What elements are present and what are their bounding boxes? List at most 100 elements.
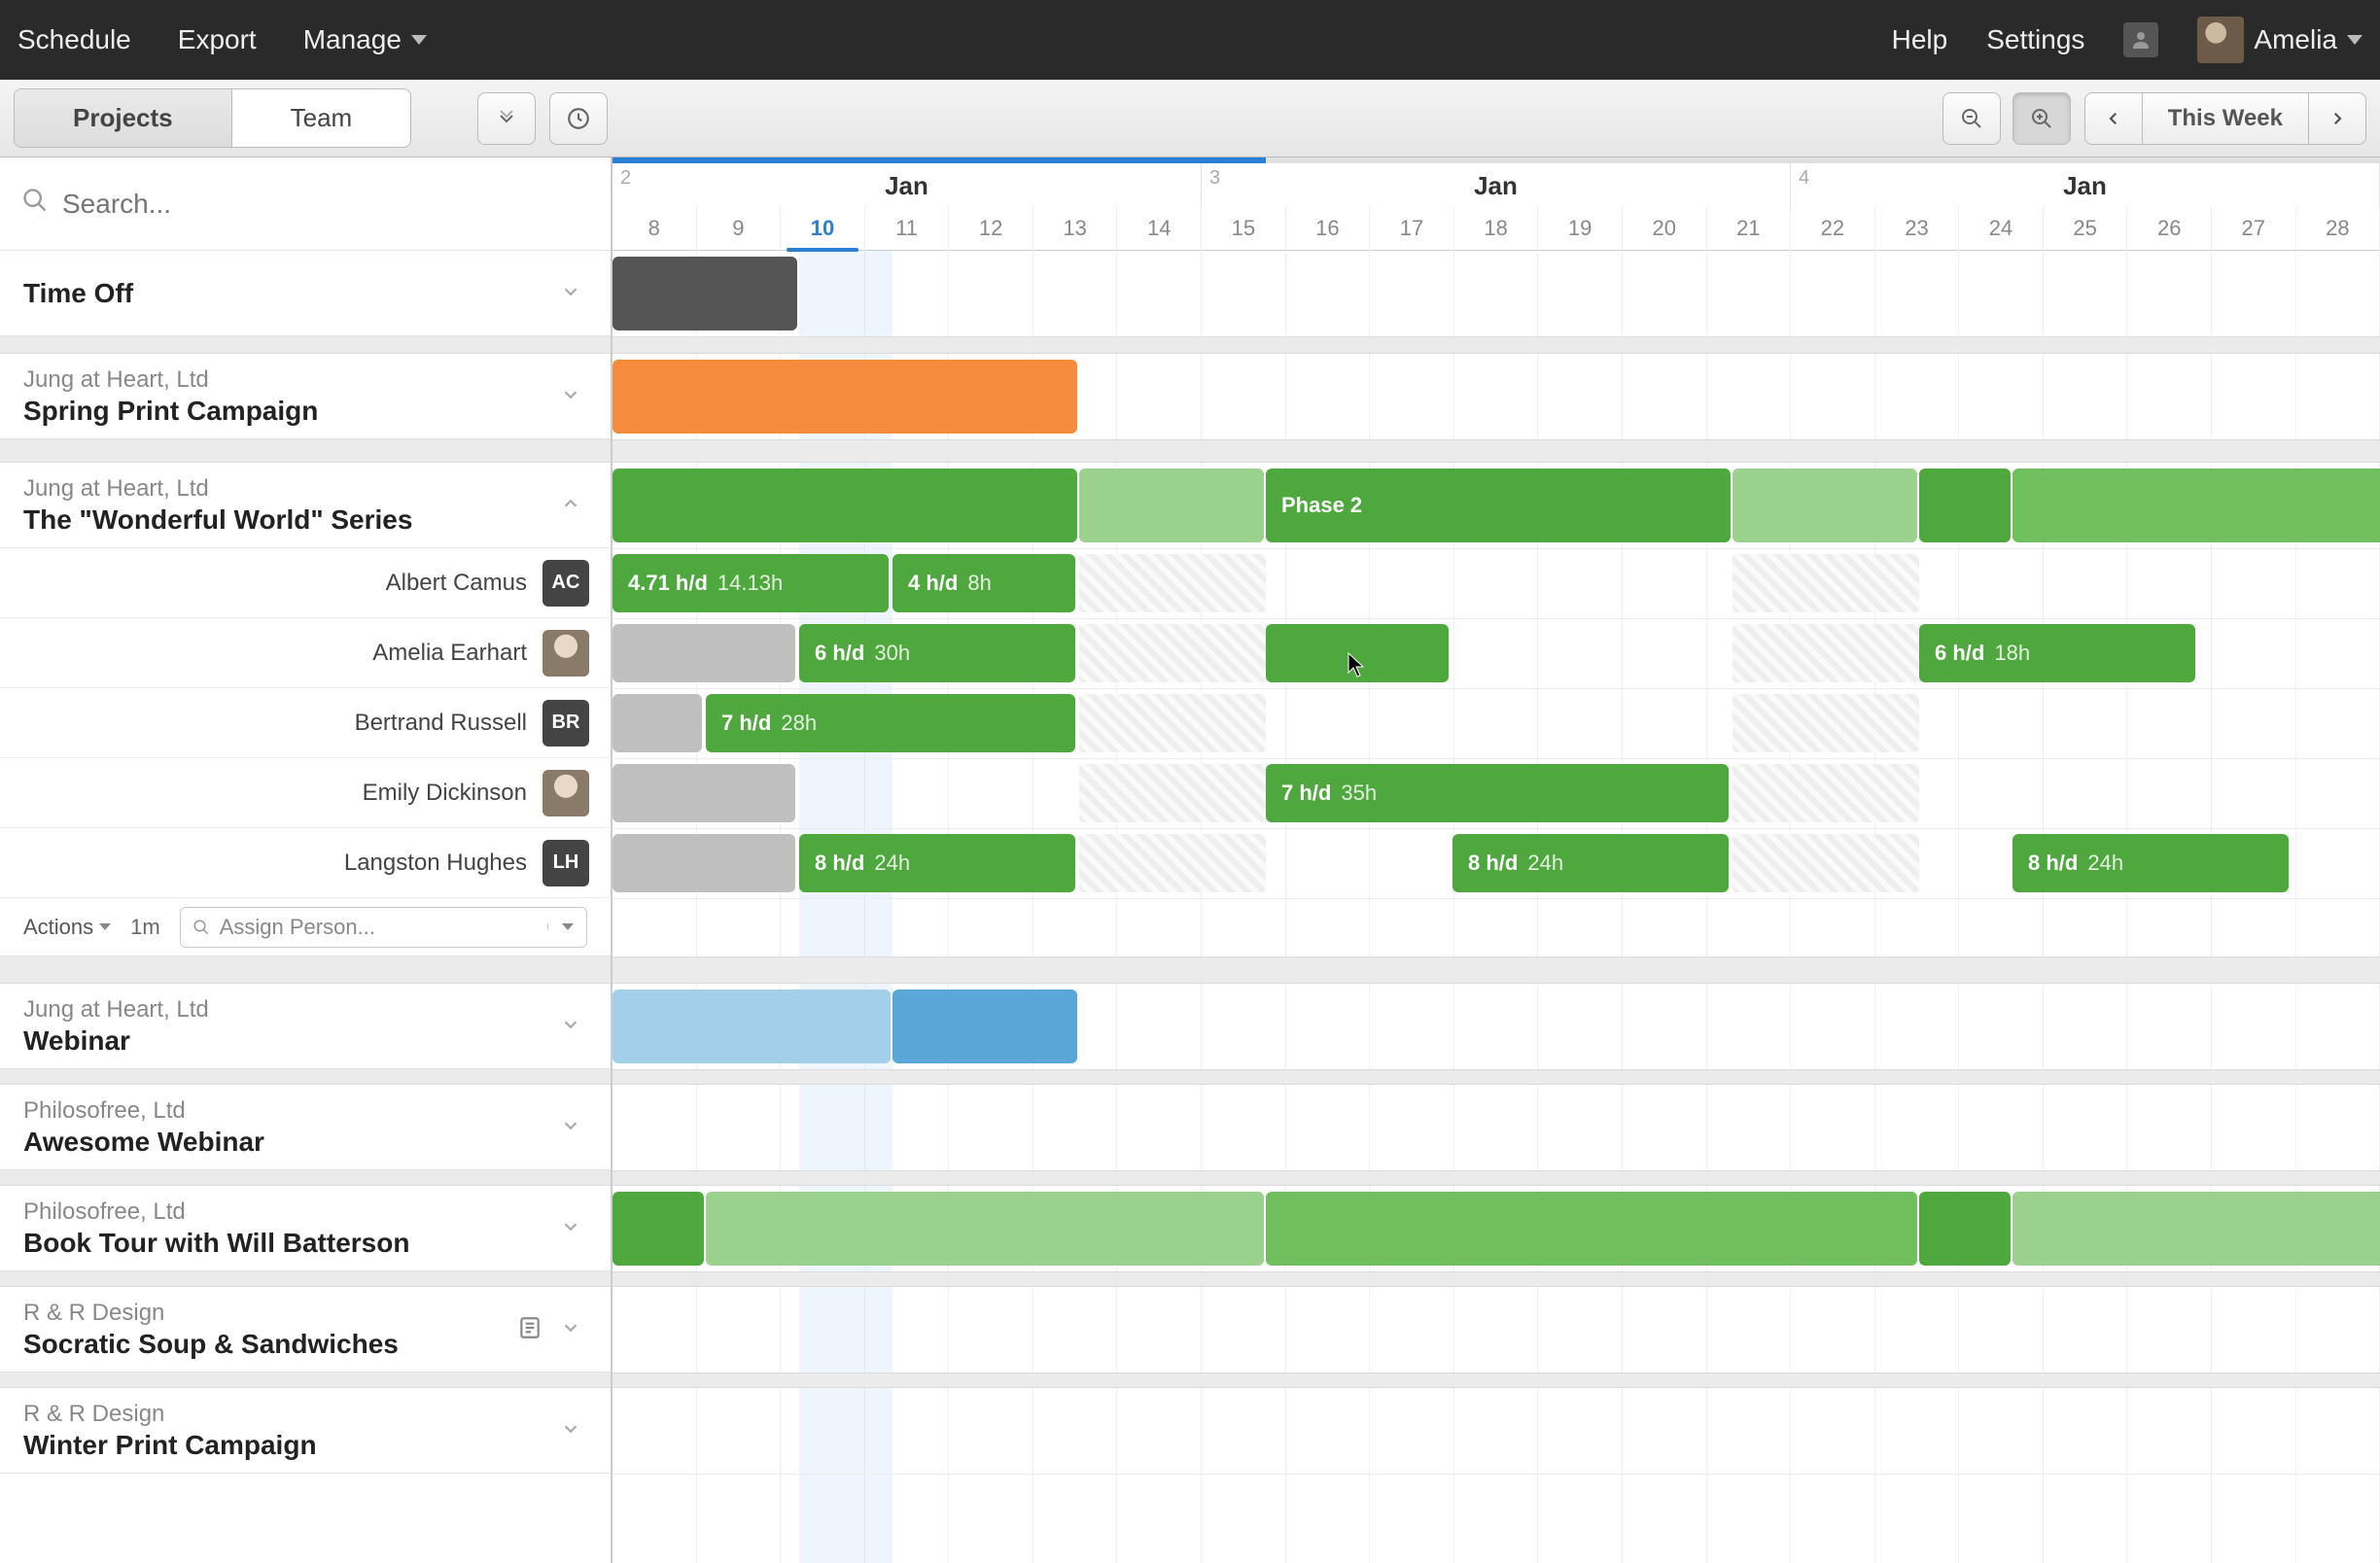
- timeline-day[interactable]: 8: [612, 206, 697, 251]
- allocation-bar[interactable]: [612, 764, 795, 822]
- schedule-bar[interactable]: [2012, 1192, 2380, 1266]
- schedule-bar[interactable]: [612, 1192, 704, 1266]
- allocation-bar[interactable]: 8 h/d24h: [2012, 834, 2289, 892]
- expand-toggle[interactable]: [552, 376, 589, 416]
- tab-team[interactable]: Team: [231, 89, 411, 147]
- nav-help[interactable]: Help: [1892, 24, 1948, 55]
- allocation-bar[interactable]: 6 h/d18h: [1919, 624, 2195, 682]
- search-input[interactable]: [62, 189, 589, 220]
- allocation-bar[interactable]: [612, 834, 795, 892]
- schedule-bar[interactable]: [1919, 469, 2011, 542]
- nav-schedule[interactable]: Schedule: [18, 24, 131, 55]
- timeline-day[interactable]: 16: [1286, 206, 1371, 251]
- allocation-bar[interactable]: 8 h/d24h: [1452, 834, 1729, 892]
- timeline-day[interactable]: 12: [949, 206, 1033, 251]
- person-row[interactable]: Albert CamusAC: [0, 548, 611, 618]
- nav-export[interactable]: Export: [178, 24, 257, 55]
- zoom-in-button[interactable]: [2012, 92, 2071, 145]
- allocation-bar[interactable]: 7 h/d28h: [706, 694, 1075, 752]
- allocation-bar[interactable]: 6 h/d30h: [799, 624, 1075, 682]
- project-row[interactable]: Jung at Heart, LtdSpring Print Campaign: [0, 354, 611, 439]
- person-row[interactable]: Langston HughesLH: [0, 828, 611, 898]
- allocation-bar[interactable]: [612, 624, 795, 682]
- timeline-day[interactable]: 15: [1202, 206, 1286, 251]
- this-week-button[interactable]: This Week: [2142, 93, 2308, 144]
- nav-manage[interactable]: Manage: [303, 24, 427, 55]
- person-row[interactable]: Amelia Earhart: [0, 618, 611, 688]
- timeline-lane[interactable]: 8 h/d24h 8 h/d24h 8 h/d24h: [612, 828, 2380, 898]
- timeline-lane[interactable]: [612, 984, 2380, 1069]
- timeline-day[interactable]: 19: [1538, 206, 1623, 251]
- project-row[interactable]: R & R DesignWinter Print Campaign: [0, 1388, 611, 1474]
- next-week-button[interactable]: [2308, 93, 2365, 144]
- project-row[interactable]: Jung at Heart, LtdWebinar: [0, 984, 611, 1069]
- timeline-lane[interactable]: [612, 1287, 2380, 1372]
- timeline-day[interactable]: 23: [1875, 206, 1960, 251]
- allocation-bar[interactable]: [612, 694, 702, 752]
- timeline-day[interactable]: 24: [1959, 206, 2044, 251]
- timeline-lane[interactable]: [612, 1186, 2380, 1271]
- time-mode-button[interactable]: [549, 92, 608, 145]
- timeline-day[interactable]: 22: [1791, 206, 1875, 251]
- timeline-day[interactable]: 27: [2212, 206, 2296, 251]
- timeline-day[interactable]: 20: [1623, 206, 1707, 251]
- schedule-bar[interactable]: [612, 990, 891, 1063]
- schedule-bar[interactable]: [1919, 1192, 2011, 1266]
- timeline-day[interactable]: 18: [1454, 206, 1539, 251]
- schedule-bar[interactable]: [1732, 469, 1917, 542]
- timeline-lane[interactable]: 6 h/d30h 6 h/d18h: [612, 618, 2380, 688]
- timeline-lane[interactable]: 7 h/d35h: [612, 758, 2380, 828]
- schedule-bar[interactable]: [612, 257, 797, 330]
- schedule-bar[interactable]: [2012, 469, 2380, 542]
- timeline-lane[interactable]: [612, 1388, 2380, 1474]
- nav-settings[interactable]: Settings: [1986, 24, 2084, 55]
- timeline-day[interactable]: 25: [2044, 206, 2128, 251]
- project-row[interactable]: Jung at Heart, LtdThe "Wonderful World" …: [0, 463, 611, 548]
- timeline-lane[interactable]: 4.71 h/d14.13h4 h/d8h: [612, 548, 2380, 618]
- note-icon[interactable]: [517, 1315, 542, 1343]
- timeline-day[interactable]: 9: [697, 206, 782, 251]
- expand-toggle[interactable]: [552, 1309, 589, 1349]
- timeline-day[interactable]: 26: [2127, 206, 2212, 251]
- project-row[interactable]: R & R DesignSocratic Soup & Sandwiches: [0, 1287, 611, 1372]
- expand-all-button[interactable]: [477, 92, 536, 145]
- expand-toggle[interactable]: [552, 485, 589, 525]
- schedule-bar[interactable]: [1079, 469, 1264, 542]
- expand-toggle[interactable]: [552, 1107, 589, 1147]
- timeline-day[interactable]: 10: [781, 206, 865, 251]
- expand-toggle[interactable]: [552, 273, 589, 313]
- zoom-out-button[interactable]: [1942, 92, 2001, 145]
- project-row[interactable]: Philosofree, LtdBook Tour with Will Batt…: [0, 1186, 611, 1271]
- prev-week-button[interactable]: [2085, 93, 2142, 144]
- timeline-day[interactable]: 28: [2296, 206, 2380, 251]
- person-row[interactable]: Emily Dickinson: [0, 758, 611, 828]
- person-row[interactable]: Bertrand RussellBR: [0, 688, 611, 758]
- actions-menu[interactable]: Actions: [23, 915, 111, 940]
- project-row[interactable]: Time Off: [0, 251, 611, 336]
- timeline-day[interactable]: 21: [1707, 206, 1792, 251]
- timeline-lane[interactable]: [612, 251, 2380, 336]
- timeline-day[interactable]: 14: [1117, 206, 1202, 251]
- timeline-lane[interactable]: [612, 354, 2380, 439]
- timeline-day[interactable]: 11: [865, 206, 950, 251]
- tab-projects[interactable]: Projects: [15, 89, 231, 147]
- expand-toggle[interactable]: [552, 1006, 589, 1046]
- timeline-day[interactable]: 13: [1033, 206, 1118, 251]
- assign-person-combo[interactable]: Assign Person...: [180, 907, 587, 948]
- timeline-lane[interactable]: [612, 1085, 2380, 1170]
- schedule-bar[interactable]: [706, 1192, 1264, 1266]
- allocation-bar[interactable]: 8 h/d24h: [799, 834, 1075, 892]
- allocation-bar[interactable]: 4 h/d8h: [892, 554, 1075, 612]
- timeline-day[interactable]: 17: [1370, 206, 1454, 251]
- allocation-bar[interactable]: 7 h/d35h: [1266, 764, 1729, 822]
- notifications-icon[interactable]: [2123, 22, 2158, 57]
- schedule-bar[interactable]: [612, 469, 1077, 542]
- timeline[interactable]: 2Jan3Jan4Jan 891011121314151617181920212…: [612, 157, 2380, 1563]
- timeline-lane[interactable]: Phase 2: [612, 463, 2380, 548]
- timeline-lane[interactable]: 7 h/d28h: [612, 688, 2380, 758]
- expand-toggle[interactable]: [552, 1410, 589, 1450]
- user-menu[interactable]: Amelia: [2197, 17, 2362, 63]
- project-row[interactable]: Philosofree, LtdAwesome Webinar: [0, 1085, 611, 1170]
- schedule-bar[interactable]: Phase 2: [1266, 469, 1731, 542]
- assign-dropdown-button[interactable]: [547, 923, 586, 930]
